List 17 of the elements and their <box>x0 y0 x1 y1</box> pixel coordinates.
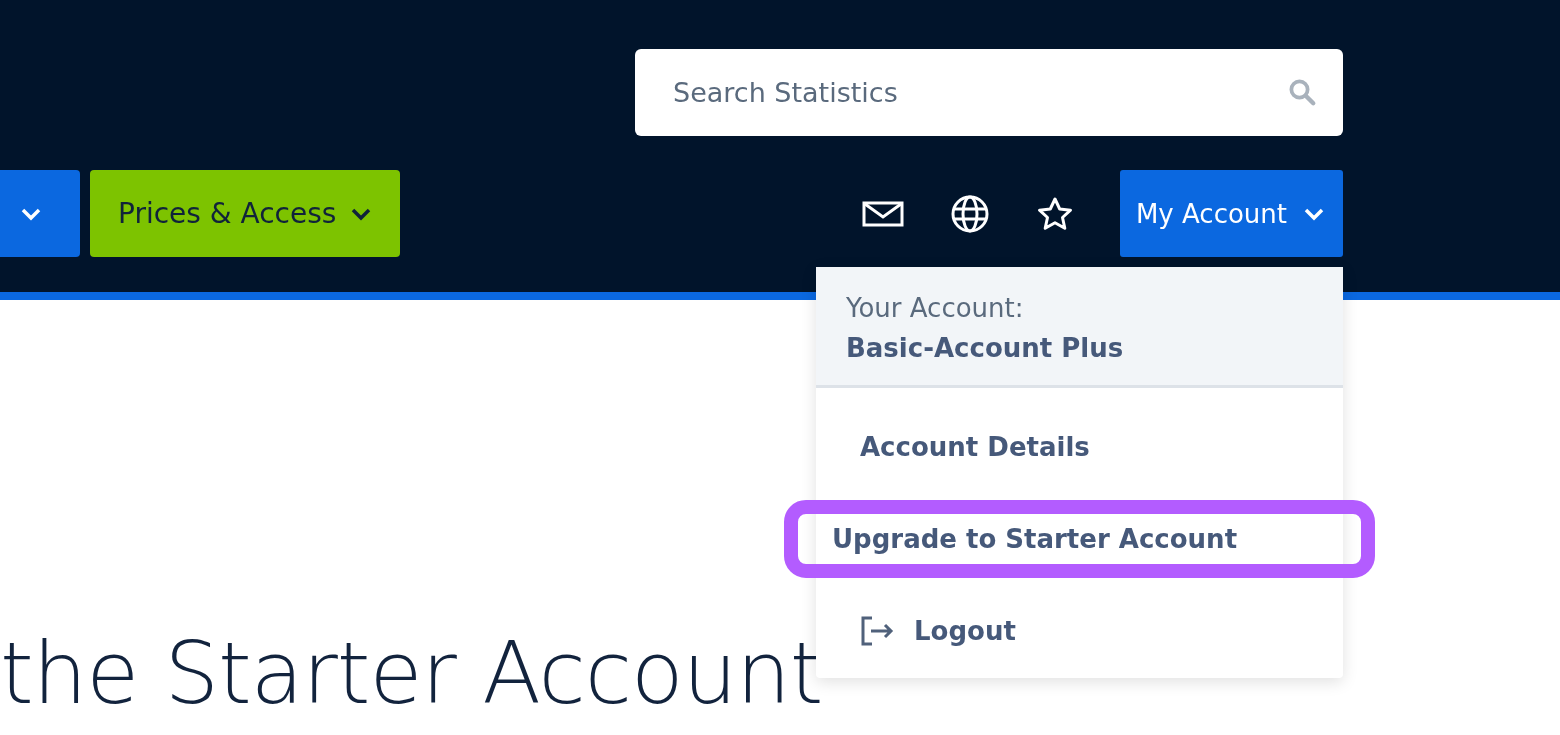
mail-icon[interactable] <box>861 199 904 228</box>
menu-button[interactable]: Prices & Access <box>90 170 401 257</box>
page-heading: the Starter Account <box>0 630 823 716</box>
menu-link[interactable]: Upgrade to Starter Account <box>832 524 1325 554</box>
search-icon <box>1287 77 1317 107</box>
star-icon[interactable] <box>1035 195 1074 232</box>
chevron-icon <box>1303 206 1325 221</box>
account-caption: Your Account: <box>846 293 1025 323</box>
globe-icon[interactable] <box>949 193 990 234</box>
logout-link[interactable]: Logout <box>860 616 1299 646</box>
menu-link[interactable]: Account Details <box>860 432 1299 462</box>
account-button[interactable]: My Account <box>1119 170 1343 257</box>
logout-icon <box>860 616 896 646</box>
search-field[interactable]: Search Statistics <box>635 49 1343 136</box>
chevron-icon <box>350 206 373 221</box>
account-plan: Basic-Account Plus <box>846 333 1125 363</box>
chevron-icon <box>20 206 42 221</box>
